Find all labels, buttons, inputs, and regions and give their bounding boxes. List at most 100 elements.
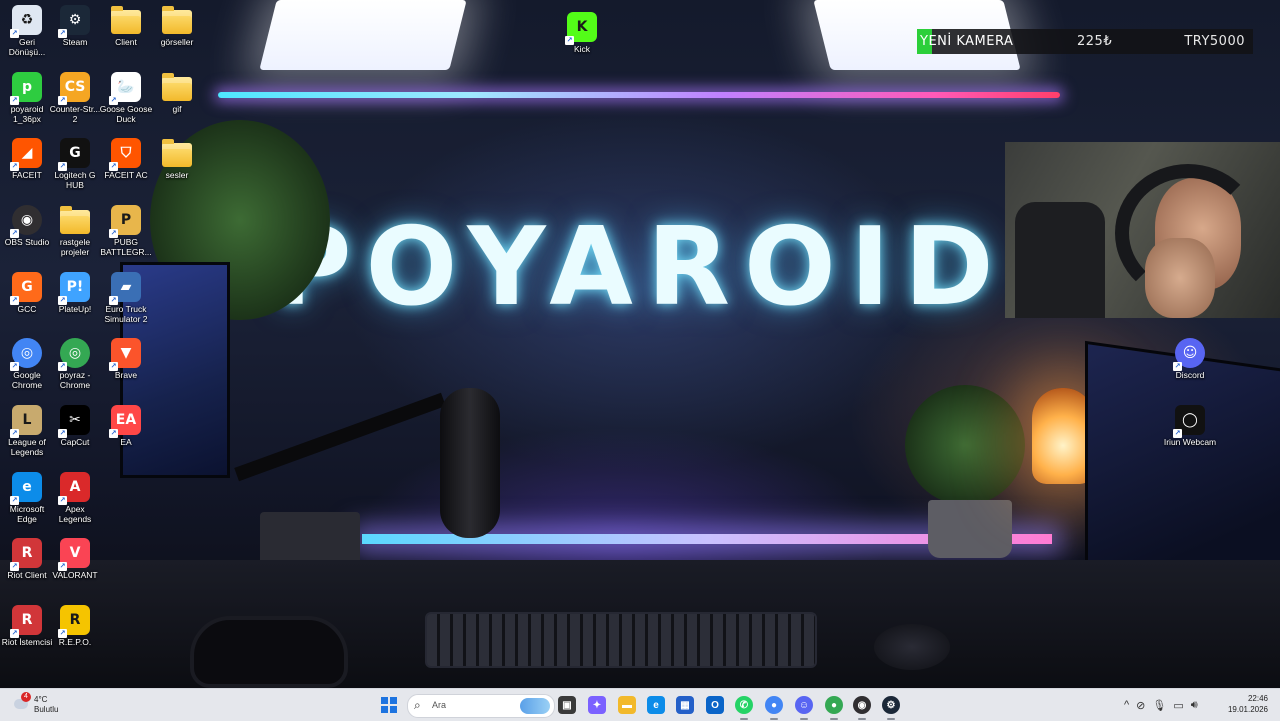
taskbar-whatsapp-button[interactable]: ✆	[735, 696, 753, 720]
taskbar-outlook-button[interactable]: O	[706, 696, 724, 714]
plateup-icon: P!	[58, 272, 90, 305]
desktop-shortcut-label: Microsoft Edge	[9, 504, 45, 524]
search-placeholder: Ara	[432, 700, 447, 710]
folder-shape	[162, 72, 192, 101]
valorant-icon: V	[58, 538, 90, 571]
taskbar-google-chrome-button[interactable]: ●	[765, 696, 783, 720]
neon-light-bar	[218, 92, 1060, 98]
webcam-feed	[1005, 142, 1280, 318]
search-icon: ⌕	[414, 698, 421, 712]
desktop-shortcut-label: OBS Studio	[4, 237, 50, 247]
obs-studio-icon: ◉	[10, 205, 42, 238]
light-panel-left	[259, 0, 467, 70]
logitech-g-hub-icon: G	[58, 138, 90, 171]
system-tray: ^ ⊘ 🎙︎ ▭ 🔊︎	[1124, 696, 1198, 714]
desktop-shortcut-label: R.E.P.O.	[58, 637, 92, 647]
desktop-shortcut[interactable]: VVALORANT	[48, 538, 102, 580]
network-off-icon[interactable]: ⊘	[1136, 699, 1145, 712]
taskbar-obs-studio-button[interactable]: ◉	[853, 696, 871, 720]
desktop-shortcut[interactable]: Client	[99, 5, 153, 47]
desktop-shortcut[interactable]: RRiot İstemcisi	[0, 605, 54, 647]
ea-icon: EA	[109, 405, 141, 438]
taskbar-chrome-profile-button[interactable]: ●	[825, 696, 843, 720]
apex-legends-icon: A	[58, 472, 90, 505]
desktop-shortcut-label: Riot Client	[7, 570, 47, 580]
desktop-shortcut[interactable]: ✂CapCut	[48, 405, 102, 447]
desktop-shortcut[interactable]: rastgele projeler	[48, 205, 102, 257]
taskbar-copilot-button[interactable]: ✦	[588, 696, 606, 714]
desktop-shortcut[interactable]: gif	[150, 72, 204, 114]
folder-shape	[162, 5, 192, 34]
taskbar-steam-button[interactable]: ⚙	[882, 696, 900, 720]
desktop-shortcut[interactable]: ▼Brave	[99, 338, 153, 380]
microphone-icon[interactable]: 🎙︎	[1152, 699, 1166, 712]
desktop-shortcut[interactable]: 🦢Goose Goose Duck	[99, 72, 153, 124]
desktop-shortcut-label: Iriun Webcam	[1163, 437, 1217, 447]
goal-label: YENİ KAMERA	[920, 34, 1014, 49]
desktop-shortcut[interactable]: ◢FACEIT	[0, 138, 54, 180]
folder-icon	[60, 205, 90, 235]
desktop-shortcut[interactable]: ⛉FACEIT AC	[99, 138, 153, 180]
desktop-shortcut[interactable]: AApex Legends	[48, 472, 102, 524]
taskbar-task-view-button[interactable]: ▣	[558, 696, 576, 714]
notification-badge: 4	[21, 692, 31, 702]
clock-date: 19.01.2026	[1227, 705, 1268, 714]
taskbar-clock[interactable]: 22:46 19.01.2026	[1228, 693, 1268, 715]
taskbar-microsoft-store-button[interactable]: ▦	[676, 696, 694, 714]
brave-icon: ▼	[109, 338, 141, 371]
display-icon[interactable]: ▭	[1173, 699, 1183, 712]
chrome-profile-icon: ◎	[58, 338, 90, 371]
riot-client-icon: R	[10, 605, 42, 638]
desktop-shortcut[interactable]: ◉OBS Studio	[0, 205, 54, 247]
desktop-shortcut[interactable]: ☺Discord	[1163, 338, 1217, 380]
faceit-ac-icon: ⛉	[109, 138, 141, 171]
desktop-shortcut[interactable]: GLogitech G HUB	[48, 138, 102, 190]
desktop-shortcut[interactable]: ◯Iriun Webcam	[1163, 405, 1217, 447]
desktop-shortcut[interactable]: ◎poyraz - Chrome	[48, 338, 102, 390]
desktop-shortcut[interactable]: görseller	[150, 5, 204, 47]
steam-icon: ⚙	[58, 5, 90, 38]
copilot-icon: ✦	[592, 699, 602, 711]
desktop-shortcut[interactable]: ⚙Steam	[48, 5, 102, 47]
desktop-shortcut-label: CapCut	[60, 437, 90, 447]
weather-widget[interactable]: 4 4°C Bulutlu	[10, 692, 90, 717]
desktop-shortcut-label: Steam	[62, 37, 88, 47]
desktop-shortcut[interactable]: eMicrosoft Edge	[0, 472, 54, 524]
taskbar-file-explorer-button[interactable]: ▬	[618, 696, 636, 714]
desktop-shortcut[interactable]: LLeague of Legends	[0, 405, 54, 457]
desktop-shortcut[interactable]: GGCC	[0, 272, 54, 314]
desktop-shortcut[interactable]: sesler	[150, 138, 204, 180]
pubg-icon: P	[109, 205, 141, 238]
goal-amount: 225₺	[1077, 34, 1113, 49]
desktop-shortcut-label: GCC	[17, 304, 37, 314]
steam-icon: ⚙	[886, 699, 896, 711]
desktop-shortcut[interactable]: RR.E.P.O.	[48, 605, 102, 647]
folder-shape	[162, 138, 192, 167]
desktop-shortcut[interactable]: ◎Google Chrome	[0, 338, 54, 390]
desktop-shortcut[interactable]: EAEA	[99, 405, 153, 447]
volume-icon[interactable]: 🔊︎	[1191, 699, 1198, 712]
folder-icon	[162, 138, 192, 168]
desktop-shortcut[interactable]: ♻Geri Dönüşü...	[0, 5, 54, 57]
desktop-shortcut-label: FACEIT	[12, 170, 42, 180]
desktop-shortcut[interactable]: RRiot Client	[0, 538, 54, 580]
folder-icon	[162, 5, 192, 35]
desktop-shortcut[interactable]: P!PlateUp!	[48, 272, 102, 314]
microsoft-store-icon: ▦	[680, 699, 690, 711]
desktop-shortcut[interactable]: ppoyaroid 1_36px	[0, 72, 54, 124]
desktop-shortcut-label: League of Legends	[8, 437, 46, 457]
desktop-shortcut[interactable]: KKick	[555, 12, 609, 54]
iriun-webcam-icon: ◯	[1173, 405, 1205, 438]
repo-icon: R	[58, 605, 90, 638]
chevron-up-icon[interactable]: ^	[1124, 699, 1129, 711]
taskbar-discord-button[interactable]: ☺	[795, 696, 813, 720]
taskbar-search[interactable]: ⌕ Ara	[407, 694, 555, 718]
google-chrome-icon: ●	[770, 699, 778, 711]
desktop-shortcut[interactable]: PPUBG BATTLEGR...	[99, 205, 153, 257]
taskbar-microsoft-edge-button[interactable]: e	[647, 696, 665, 714]
desktop-shortcut[interactable]: ▰Euro Truck Simulator 2	[99, 272, 153, 324]
desktop-shortcut-label: rastgele projeler	[59, 237, 91, 257]
task-view-icon: ▣	[562, 699, 572, 711]
start-button[interactable]	[381, 697, 397, 713]
desktop-shortcut[interactable]: CSCounter-Str... 2	[48, 72, 102, 124]
